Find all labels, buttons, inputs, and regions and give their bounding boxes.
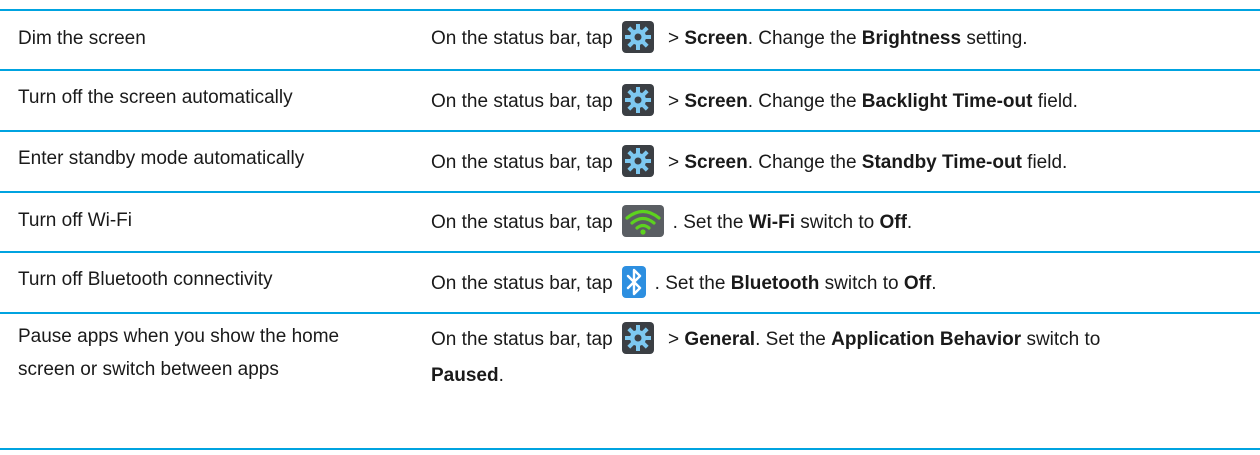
table-row: Pause apps when you show the home screen… bbox=[0, 312, 1260, 450]
table-row: Turn off Bluetooth connectivity On the s… bbox=[0, 251, 1260, 312]
table-row: Turn off the screen automatically On the… bbox=[0, 69, 1260, 130]
table-row: Turn off Wi-Fi On the status bar, tap . … bbox=[0, 191, 1260, 251]
instruction-cell: On the status bar, tap > Screen. Change … bbox=[431, 144, 1246, 181]
instruction-cell: On the status bar, tap > Screen. Change … bbox=[431, 20, 1246, 57]
gear-icon bbox=[621, 321, 655, 355]
task-cell: Pause apps when you show the home screen… bbox=[18, 326, 340, 380]
gear-icon bbox=[621, 144, 655, 178]
table-row: Dim the screen On the status bar, tap > … bbox=[0, 9, 1260, 69]
gear-icon bbox=[621, 83, 655, 117]
instruction-cell: On the status bar, tap . Set the Bluetoo… bbox=[431, 265, 1246, 302]
task-cell: Turn off Wi-Fi bbox=[18, 210, 133, 231]
instruction-cell: On the status bar, tap > Screen. Change … bbox=[431, 83, 1246, 120]
task-cell: Turn off Bluetooth connectivity bbox=[18, 269, 273, 290]
wifi-icon bbox=[621, 204, 665, 238]
task-cell: Turn off the screen automatically bbox=[18, 87, 293, 108]
bluetooth-icon bbox=[621, 265, 647, 299]
instruction-cell: On the status bar, tap > General. Set th… bbox=[431, 321, 1246, 394]
table-row: Enter standby mode automatically On the … bbox=[0, 130, 1260, 191]
task-cell: Enter standby mode automatically bbox=[18, 148, 305, 169]
gear-icon bbox=[621, 20, 655, 54]
instruction-cell: On the status bar, tap . Set the Wi-Fi s… bbox=[431, 204, 1246, 241]
task-cell: Dim the screen bbox=[18, 28, 146, 49]
